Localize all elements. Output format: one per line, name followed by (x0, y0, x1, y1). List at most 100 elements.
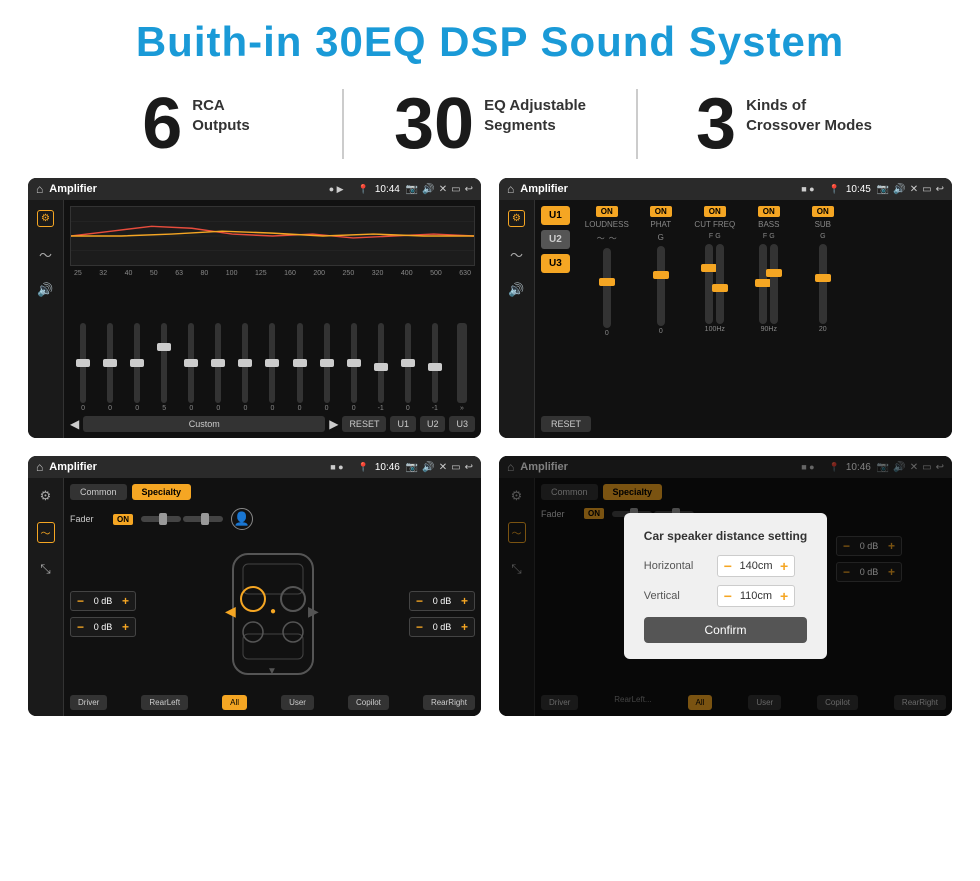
bass-slider-1[interactable] (759, 244, 767, 324)
expand-sidebar-btn-3[interactable]: ⤡ (40, 561, 50, 577)
horizontal-plus[interactable]: + (780, 558, 788, 574)
eq-slider-track-5[interactable] (188, 323, 194, 403)
user-icon[interactable]: 👤 (231, 508, 253, 530)
confirm-button[interactable]: Confirm (644, 617, 807, 643)
sub-on[interactable]: ON (812, 206, 834, 217)
u3-tab[interactable]: U3 (541, 254, 570, 273)
plus-btn-br[interactable]: + (461, 620, 468, 634)
plus-btn-tr[interactable]: + (461, 594, 468, 608)
u2-tab[interactable]: U2 (541, 230, 570, 249)
stat-rca-number: 6 (142, 88, 182, 160)
next-arrow[interactable]: ▶ (329, 417, 338, 431)
back-icon-2[interactable]: ↩ (936, 184, 944, 195)
home-icon-2[interactable]: ⌂ (507, 182, 514, 196)
wave-sidebar-btn[interactable]: 〜 (39, 245, 52, 264)
all-btn[interactable]: All (222, 695, 247, 710)
driver-btn[interactable]: Driver (70, 695, 107, 710)
speaker-sidebar-btn[interactable]: 🔊 (37, 282, 53, 298)
reset-btn-s1[interactable]: RESET (342, 416, 386, 432)
user-btn[interactable]: User (281, 695, 314, 710)
eq-slider-track-13[interactable] (405, 323, 411, 403)
specialty-tab[interactable]: Specialty (132, 484, 192, 500)
vertical-plus[interactable]: + (780, 588, 788, 604)
fader-main-area: Common Specialty Fader ON 👤 (64, 478, 481, 716)
home-icon-3[interactable]: ⌂ (36, 460, 43, 474)
screen3-content: ⚙ 〜 ⤡ Common Specialty Fader ON (28, 478, 481, 716)
eq-main-area: 25 32 40 50 63 80 100 125 160 200 250 32… (64, 200, 481, 438)
eq-slider-track-11[interactable] (351, 323, 357, 403)
eq-slider-track-3[interactable] (134, 323, 140, 403)
eq-slider-track-12[interactable] (378, 323, 384, 403)
wave-sidebar-btn-3[interactable]: 〜 (37, 522, 55, 543)
horizontal-minus[interactable]: − (724, 558, 732, 574)
eq-sidebar-btn-2[interactable]: ⚙ (508, 210, 525, 227)
sub-slider[interactable] (819, 244, 827, 324)
db-control-tr: − 0 dB + (409, 591, 475, 611)
loudness-slider[interactable] (603, 248, 611, 328)
phat-slider[interactable] (657, 246, 665, 326)
rearright-btn[interactable]: RearRight (423, 695, 475, 710)
eq-slider-4: 5 (153, 323, 175, 412)
eq-slider-track-14[interactable] (432, 323, 438, 403)
u3-btn-s1[interactable]: U3 (449, 416, 475, 432)
minus-btn-br[interactable]: − (416, 620, 423, 634)
eq-slider-track-9[interactable] (297, 323, 303, 403)
close-icon-3[interactable]: ✕ (439, 462, 447, 473)
eq-slider-track-4[interactable] (161, 323, 167, 403)
eq-slider-track-expand[interactable] (457, 323, 467, 403)
eq-slider-track-1[interactable] (80, 323, 86, 403)
minus-btn-tl[interactable]: − (77, 594, 84, 608)
preset-custom-btn[interactable]: Custom (83, 416, 325, 432)
close-icon-2[interactable]: ✕ (910, 184, 918, 195)
eq-sidebar-btn-3[interactable]: ⚙ (40, 488, 52, 504)
reset-btn-s2[interactable]: RESET (541, 416, 591, 432)
eq-sliders-row: 0 0 0 5 0 (70, 281, 475, 412)
eq-slider-track-7[interactable] (242, 323, 248, 403)
common-tab[interactable]: Common (70, 484, 127, 500)
speaker-sidebar-btn-2[interactable]: 🔊 (508, 282, 524, 298)
eq-slider-track-10[interactable] (324, 323, 330, 403)
cutfreq-slider-2[interactable] (716, 244, 724, 324)
fader-slider-h[interactable] (141, 516, 181, 522)
cutfreq-on[interactable]: ON (704, 206, 726, 217)
plus-btn-tl[interactable]: + (122, 594, 129, 608)
bottom-btns-s3: Driver RearLeft All User Copilot RearRig… (70, 695, 475, 710)
u1-tab[interactable]: U1 (541, 206, 570, 225)
plus-btn-bl[interactable]: + (122, 620, 129, 634)
screen2-statusbar: ⌂ Amplifier ■ ● 📍 10:45 📷 🔊 ✕ ▭ ↩ (499, 178, 952, 200)
eq-slider-track-2[interactable] (107, 323, 113, 403)
bass-col: ON BASS F G (744, 206, 794, 408)
eq-slider-track-8[interactable] (269, 323, 275, 403)
fader-slider-h2[interactable] (183, 516, 223, 522)
wave-sidebar-btn-2[interactable]: 〜 (510, 245, 523, 264)
camera-icon: 📷 (406, 184, 418, 195)
loudness-on[interactable]: ON (596, 206, 618, 217)
screen3-time: 10:46 (375, 462, 400, 473)
eq-slider-2: 0 (99, 323, 121, 412)
prev-arrow[interactable]: ◀ (70, 417, 79, 431)
back-icon[interactable]: ↩ (465, 184, 473, 195)
eq-slider-track-6[interactable] (215, 323, 221, 403)
screen1-status-icons: 📷 🔊 ✕ ▭ ↩ (406, 184, 473, 195)
back-icon-3[interactable]: ↩ (465, 462, 473, 473)
bass-on[interactable]: ON (758, 206, 780, 217)
eq-sidebar-btn[interactable]: ⚙ (37, 210, 54, 227)
u1-btn-s1[interactable]: U1 (390, 416, 416, 432)
minus-btn-bl[interactable]: − (77, 620, 84, 634)
window-icon-2: ▭ (922, 184, 931, 195)
vertical-minus[interactable]: − (724, 588, 732, 604)
page-title: Buith-in 30EQ DSP Sound System (0, 0, 980, 78)
fader-on-badge[interactable]: ON (113, 514, 133, 525)
stat-crossover-text: Kinds ofCrossover Modes (746, 96, 872, 137)
rearleft-btn[interactable]: RearLeft (141, 695, 188, 710)
minus-btn-tr[interactable]: − (416, 594, 423, 608)
screen2-time: 10:45 (846, 184, 871, 195)
tilde2-icon: 〜 (609, 233, 617, 244)
close-icon[interactable]: ✕ (439, 184, 447, 195)
f-label: F (709, 233, 713, 240)
phat-on[interactable]: ON (650, 206, 672, 217)
bass-slider-2[interactable] (770, 244, 778, 324)
home-icon[interactable]: ⌂ (36, 182, 43, 196)
copilot-btn[interactable]: Copilot (348, 695, 389, 710)
u2-btn-s1[interactable]: U2 (420, 416, 446, 432)
